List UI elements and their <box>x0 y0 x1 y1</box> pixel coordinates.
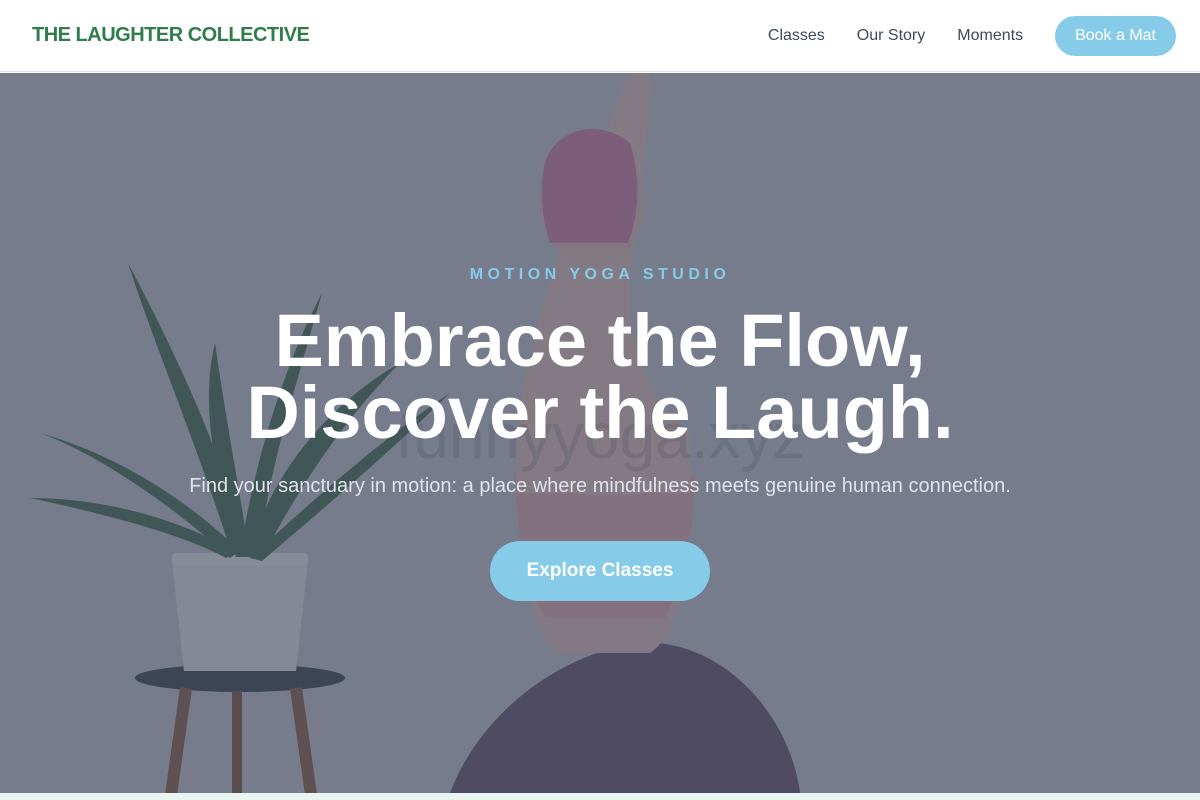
hero-section: funnyyoga.xyz MOTION YOGA STUDIO Embrace… <box>0 73 1200 793</box>
hero-content: MOTION YOGA STUDIO Embrace the Flow, Dis… <box>0 73 1200 793</box>
nav-link-classes[interactable]: Classes <box>768 27 825 45</box>
nav-link-our-story[interactable]: Our Story <box>857 27 925 45</box>
headline-line-2: Discover the Laugh. <box>246 371 954 454</box>
site-header: THE LAUGHTER COLLECTIVE Classes Our Stor… <box>0 0 1200 72</box>
brand-logo[interactable]: THE LAUGHTER COLLECTIVE <box>32 24 310 47</box>
hero-subtext: Find your sanctuary in motion: a place w… <box>189 475 1011 497</box>
book-a-mat-button[interactable]: Book a Mat <box>1055 15 1176 56</box>
hero-eyebrow: MOTION YOGA STUDIO <box>469 266 731 283</box>
explore-classes-button[interactable]: Explore Classes <box>490 541 710 601</box>
main-nav: Classes Our Story Moments Book a Mat <box>768 15 1176 56</box>
headline-line-1: Embrace the Flow, <box>274 299 926 382</box>
hero-headline: Embrace the Flow, Discover the Laugh. <box>0 304 1200 450</box>
next-section-edge <box>0 793 1200 800</box>
nav-link-moments[interactable]: Moments <box>957 27 1023 45</box>
